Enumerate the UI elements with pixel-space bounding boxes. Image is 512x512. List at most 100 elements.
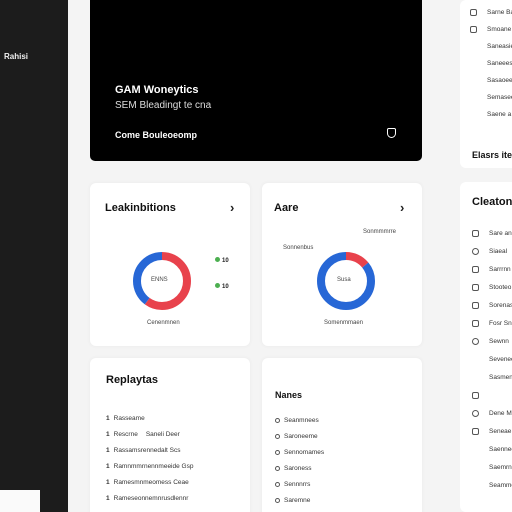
panel-item-label: Seammeeea [489,481,512,489]
gear-icon [472,247,479,255]
donut-center-label: Susa [337,277,351,283]
panel-item[interactable]: Sasaoee [470,72,512,89]
list-item[interactable]: 1 Rameseonnemnrusdlennr [106,490,193,506]
chart-caption: Somenmmaen [324,320,364,326]
panel-item-label: Sarne Ba [487,9,512,16]
blank-icon [472,446,479,453]
panel-item[interactable]: Smoane [470,21,512,38]
list-item[interactable]: 1 Rescrne Saneli Deer [106,426,193,442]
blank-icon [470,77,477,84]
panel-item[interactable]: Siaeal [472,242,512,260]
blank-icon [470,60,477,67]
panel-item-label: Saene a [487,111,512,118]
circle-icon [275,465,280,471]
panel-item[interactable]: Seneae [472,422,512,440]
list-item[interactable]: Sennnrrs [275,476,324,492]
minus-icon [470,26,477,33]
panel-item[interactable]: Sarne Ba [470,4,512,21]
list-icon [472,265,479,273]
panel-item[interactable]: Fosr Sne [472,314,512,332]
hero-banner: GAM Woneytics SEM Bleadingt te cna Come … [90,0,422,161]
item-label: Rasseame [113,414,145,422]
panel-item[interactable]: Dene M [472,404,512,422]
list-item[interactable]: 1 Rasseame [106,410,193,426]
panel-item-label: Saneees [487,60,512,67]
panel-item[interactable]: Sasmenes [472,368,512,386]
blank-icon [472,374,479,381]
pin-icon [472,391,479,399]
right-chart-card: Aare › Sonnenbus Sonmmmrre Susa Somenmma… [262,183,422,346]
panel-item[interactable]: Saennee [472,440,512,458]
panel-item[interactable] [472,386,512,404]
shield-icon[interactable] [387,128,396,138]
panel-item[interactable]: Stooteo [472,278,512,296]
blank-icon [470,111,477,118]
left-chart-card: Leakinbitions › ENNS 10 10 Cenenmnen [90,183,250,346]
right-panel-title: Cleatonf [472,196,512,208]
panel-item-label: Sorenas [489,301,512,309]
card-title: Replaytas [106,374,158,386]
chevron-right-icon[interactable]: › [400,200,404,215]
list-item[interactable]: 1 Ramesmnmeomess Ceae [106,474,193,490]
blank-icon [472,356,479,363]
panel-item[interactable]: Sewnn [472,332,512,350]
circle-icon [275,497,280,503]
right-panel-bottom: Cleatonf Sare ane Siaeal Sarrrnn Stooteo Sor… [460,182,512,512]
right-panel-footer[interactable]: Elasrs ite [472,150,512,160]
item-label: Ramesmnmeomess Ceae [113,478,189,486]
list-item[interactable]: Seanmnees [275,412,324,428]
panel-item-label: Sare ane [489,229,512,237]
circle-icon [275,481,280,487]
list-item[interactable]: 1 Rassamsrennedalt Scs [106,442,193,458]
blank-icon [472,482,479,489]
chart-top-left-label: Sonnenbus [283,245,314,251]
item-label: Rameseonnemnrusdlennr [113,494,189,502]
item-label: Rescrne [113,430,138,438]
item-number: 1 [106,430,110,438]
list-item[interactable]: Saroness [275,460,324,476]
gear-icon [472,409,479,417]
card-title: Leakinbitions [105,202,176,214]
hero-link[interactable]: Come Bouleoeomp [115,130,197,140]
panel-item-label: Siaeal [489,247,508,255]
chevron-right-icon[interactable]: › [230,200,234,215]
card-title: Aare [274,202,299,214]
panel-item-label: Semasee [487,94,512,101]
replays-card: Replaytas 1 Rasseame 1 Rescrne Saneli Deer 1 R… [90,358,250,512]
panel-item[interactable]: Sare ane [472,224,512,242]
circle-icon [275,417,280,423]
list-item[interactable]: Saroneeme [275,428,324,444]
brand-label[interactable]: Rahisi [4,52,28,61]
list-item[interactable]: Sennomames [275,444,324,460]
panel-item[interactable]: Saneees [470,55,512,72]
names-card: Nanes Seanmnees Saroneeme Sennomames Sarone… [262,358,422,512]
item-label: Saremne [284,496,311,504]
panel-item[interactable]: Saneasie [470,38,512,55]
list-item[interactable]: 1 Ramnmmrnennmeeide Gsp [106,458,193,474]
item-label: Saroneeme [284,432,318,440]
location-icon [472,229,479,237]
right-panel-top: Sarne Ba Smoane Saneasie Saneees Sasaoee Sema… [460,0,512,168]
panel-item[interactable]: Sorenas [472,296,512,314]
list-item[interactable]: Saremne [275,492,324,508]
replays-list: 1 Rasseame 1 Rescrne Saneli Deer 1 Rassamsrenn… [106,410,193,506]
panel-item[interactable]: Sarrrnn [472,260,512,278]
panel-item-label: Seneae [489,427,512,435]
circle-icon [275,433,280,439]
panel-item[interactable]: Seveneee [472,350,512,368]
chart-top-right-label: Sonmmmrre [363,229,397,235]
panel-item-label: Saennee [489,445,512,453]
panel-item[interactable]: Semasee [470,89,512,106]
right-panel-top-list: Sarne Ba Smoane Saneasie Saneees Sasaoee Sema… [470,4,512,123]
item-number: 1 [106,462,110,470]
box-icon [472,319,479,327]
item-label: Sennnrrs [284,480,311,488]
panel-item-label: Saemrnes [489,463,512,471]
panel-item[interactable]: Saemrnes [472,458,512,476]
panel-item[interactable]: Saene a [470,106,512,123]
panel-item-label: Saneasie [487,43,512,50]
item-label: Seanmnees [284,416,319,424]
panel-item[interactable]: Seammeeea [472,476,512,494]
panel-item-label: Sasaoee [487,77,512,84]
info-icon [470,9,477,16]
